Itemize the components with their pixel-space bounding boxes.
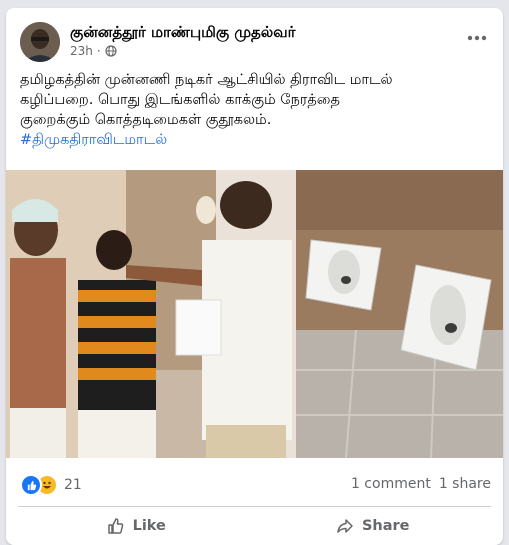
reaction-count: 21 <box>64 477 82 493</box>
page-name-link[interactable]: குன்னத்தூர் மாண்புமிகு முதல்வர் <box>70 23 295 43</box>
more-dots-icon <box>467 35 487 41</box>
share-label: Share <box>361 518 410 534</box>
post-timestamp[interactable]: 23h <box>70 44 93 58</box>
reactions-summary[interactable]: 21 <box>20 474 82 496</box>
meme-image <box>6 170 503 458</box>
share-count-link[interactable]: 1 share <box>439 476 491 492</box>
hashtag-link[interactable]: #திமுகதிராவிடமாடல் <box>20 130 490 150</box>
page-avatar[interactable] <box>20 22 60 62</box>
post-text-line: தமிழகத்தின் முன்னணி நடிகர் ஆட்சியில் திர… <box>20 72 393 88</box>
share-arrow-icon <box>337 519 353 533</box>
meta-separator: · <box>96 44 101 58</box>
share-button[interactable]: Share <box>255 510 492 542</box>
thumbs-up-icon <box>107 518 123 534</box>
like-icon <box>20 474 42 496</box>
post-text-line: கழிப்பறை. பொது இடங்களில் காக்கும் நேரத்த… <box>20 92 340 108</box>
comment-count-link[interactable]: 1 comment <box>351 476 431 492</box>
post-text: தமிழகத்தின் முன்னணி நடிகர் ஆட்சியில் திர… <box>20 70 490 150</box>
post-meta: 23h · <box>70 44 117 58</box>
like-button[interactable]: Like <box>18 510 255 542</box>
globe-icon[interactable] <box>105 45 117 57</box>
post-card: குன்னத்தூர் மாண்புமிகு முதல்வர் 23h · தம… <box>6 8 503 545</box>
divider <box>18 506 491 507</box>
post-text-line: குறைக்கும் கொத்தடிமைகள் குதூகலம். <box>20 112 272 128</box>
more-options-button[interactable] <box>461 26 493 50</box>
engagement-counts: 1 comment 1 share <box>351 476 491 492</box>
post-actions: Like Share <box>18 510 491 542</box>
like-label: Like <box>132 518 166 534</box>
post-image[interactable] <box>6 170 503 458</box>
